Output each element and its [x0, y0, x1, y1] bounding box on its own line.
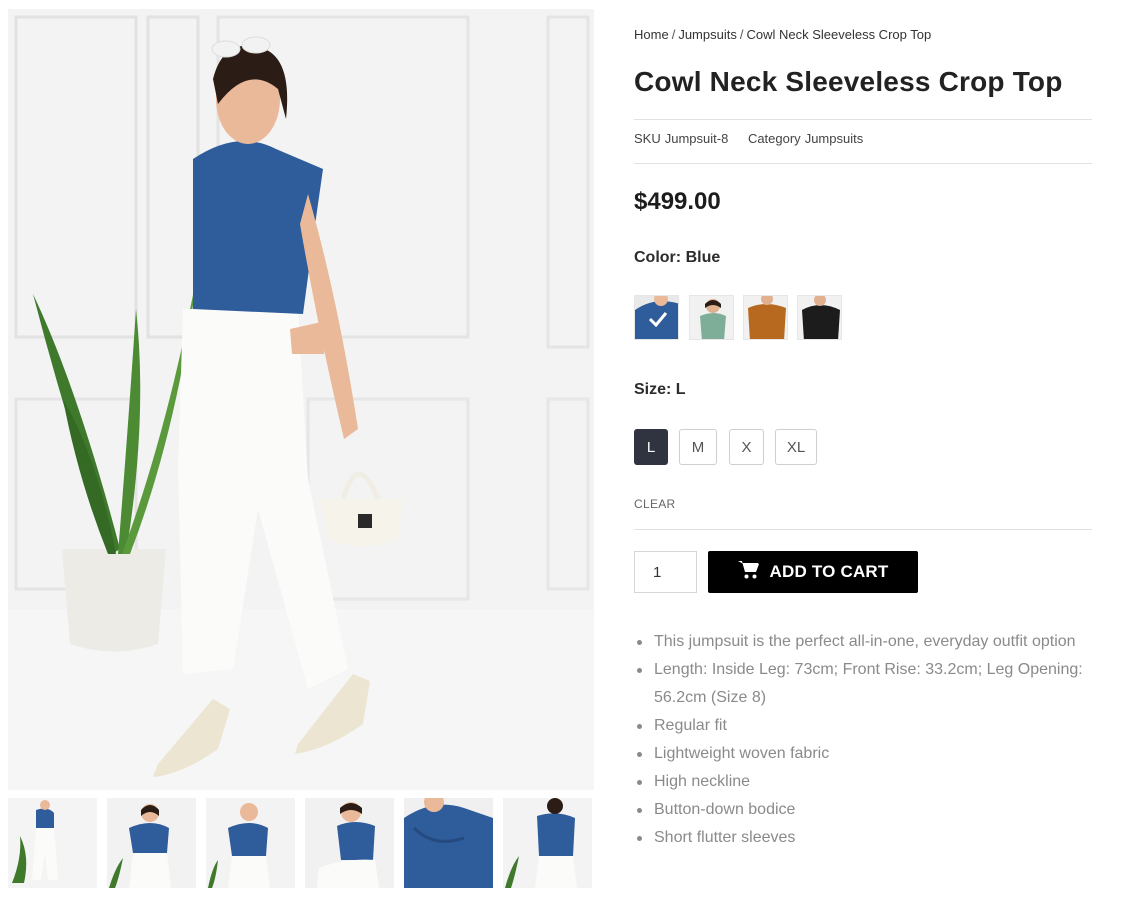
sku-label: SKU: [634, 131, 661, 146]
cart-icon: [737, 560, 760, 585]
thumbnail-strip: [8, 798, 594, 888]
size-selected-value: L: [675, 381, 686, 398]
size-option-xl[interactable]: XL: [775, 429, 817, 465]
breadcrumb-current: Cowl Neck Sleeveless Crop Top: [746, 27, 932, 42]
color-selected-value: Blue: [685, 249, 721, 266]
thumbnail-image[interactable]: [8, 798, 97, 888]
feature-item: Lightweight woven fabric: [634, 740, 1092, 768]
thumbnail-image[interactable]: [107, 798, 196, 888]
size-option-x[interactable]: X: [729, 429, 764, 465]
category-label: Category: [747, 131, 801, 146]
size-attribute-label: Size: L: [634, 381, 686, 399]
feature-item: High neckline: [634, 768, 1092, 796]
color-attribute-label: Color: Blue: [634, 249, 720, 267]
color-label: Color:: [634, 249, 682, 266]
feature-item: Length: Inside Leg: 73cm; Front Rise: 33…: [634, 656, 1092, 712]
thumbnail-image[interactable]: [206, 798, 295, 888]
breadcrumb-home-link[interactable]: Home: [634, 27, 669, 42]
breadcrumb: Home / Jumpsuits / Cowl Neck Sleeveless Crop…: [634, 27, 931, 42]
breadcrumb-separator: /: [671, 27, 676, 42]
thumbnail-image[interactable]: [503, 798, 592, 888]
divider: [634, 163, 1092, 164]
divider: [634, 529, 1092, 530]
product-title: Cowl Neck Sleeveless Crop Top: [634, 66, 1063, 97]
thumbnail-image[interactable]: [305, 798, 394, 888]
sku: SKU Jumpsuit-8: [634, 131, 728, 146]
main-product-image[interactable]: [8, 9, 594, 790]
swatch-blue[interactable]: [634, 295, 679, 340]
swatch-black[interactable]: [797, 295, 842, 340]
feature-item: Button-down bodice: [634, 796, 1092, 824]
product-price: $499.00: [634, 188, 721, 215]
product-features-list: This jumpsuit is the perfect all-in-one,…: [634, 628, 1092, 852]
check-icon: [635, 296, 678, 339]
add-to-cart-button[interactable]: ADD TO CART: [708, 551, 918, 593]
product-summary: Home / Jumpsuits / Cowl Neck Sleeveless Crop…: [634, 0, 1092, 900]
swatch-orange[interactable]: [743, 295, 788, 340]
divider: [634, 119, 1092, 120]
category-link[interactable]: Jumpsuits: [805, 131, 864, 146]
product-meta: SKU Jumpsuit-8 Category Jumpsuits: [634, 131, 879, 146]
thumbnail-image[interactable]: [404, 798, 493, 888]
size-option-m[interactable]: M: [679, 429, 717, 465]
clear-selection-link[interactable]: CLEAR: [634, 497, 676, 511]
add-to-cart-label: ADD TO CART: [769, 562, 889, 581]
breadcrumb-category-link[interactable]: Jumpsuits: [678, 27, 737, 42]
sku-value: Jumpsuit-8: [664, 131, 729, 146]
swatch-green[interactable]: [689, 295, 734, 340]
quantity-input[interactable]: [634, 551, 697, 593]
category: Category Jumpsuits: [748, 131, 863, 146]
breadcrumb-separator: /: [739, 27, 744, 42]
feature-item: This jumpsuit is the perfect all-in-one,…: [634, 628, 1092, 656]
size-option-l[interactable]: L: [634, 429, 668, 465]
feature-item: Regular fit: [634, 712, 1092, 740]
size-label: Size:: [634, 381, 672, 398]
feature-item: Short flutter sleeves: [634, 824, 1092, 852]
